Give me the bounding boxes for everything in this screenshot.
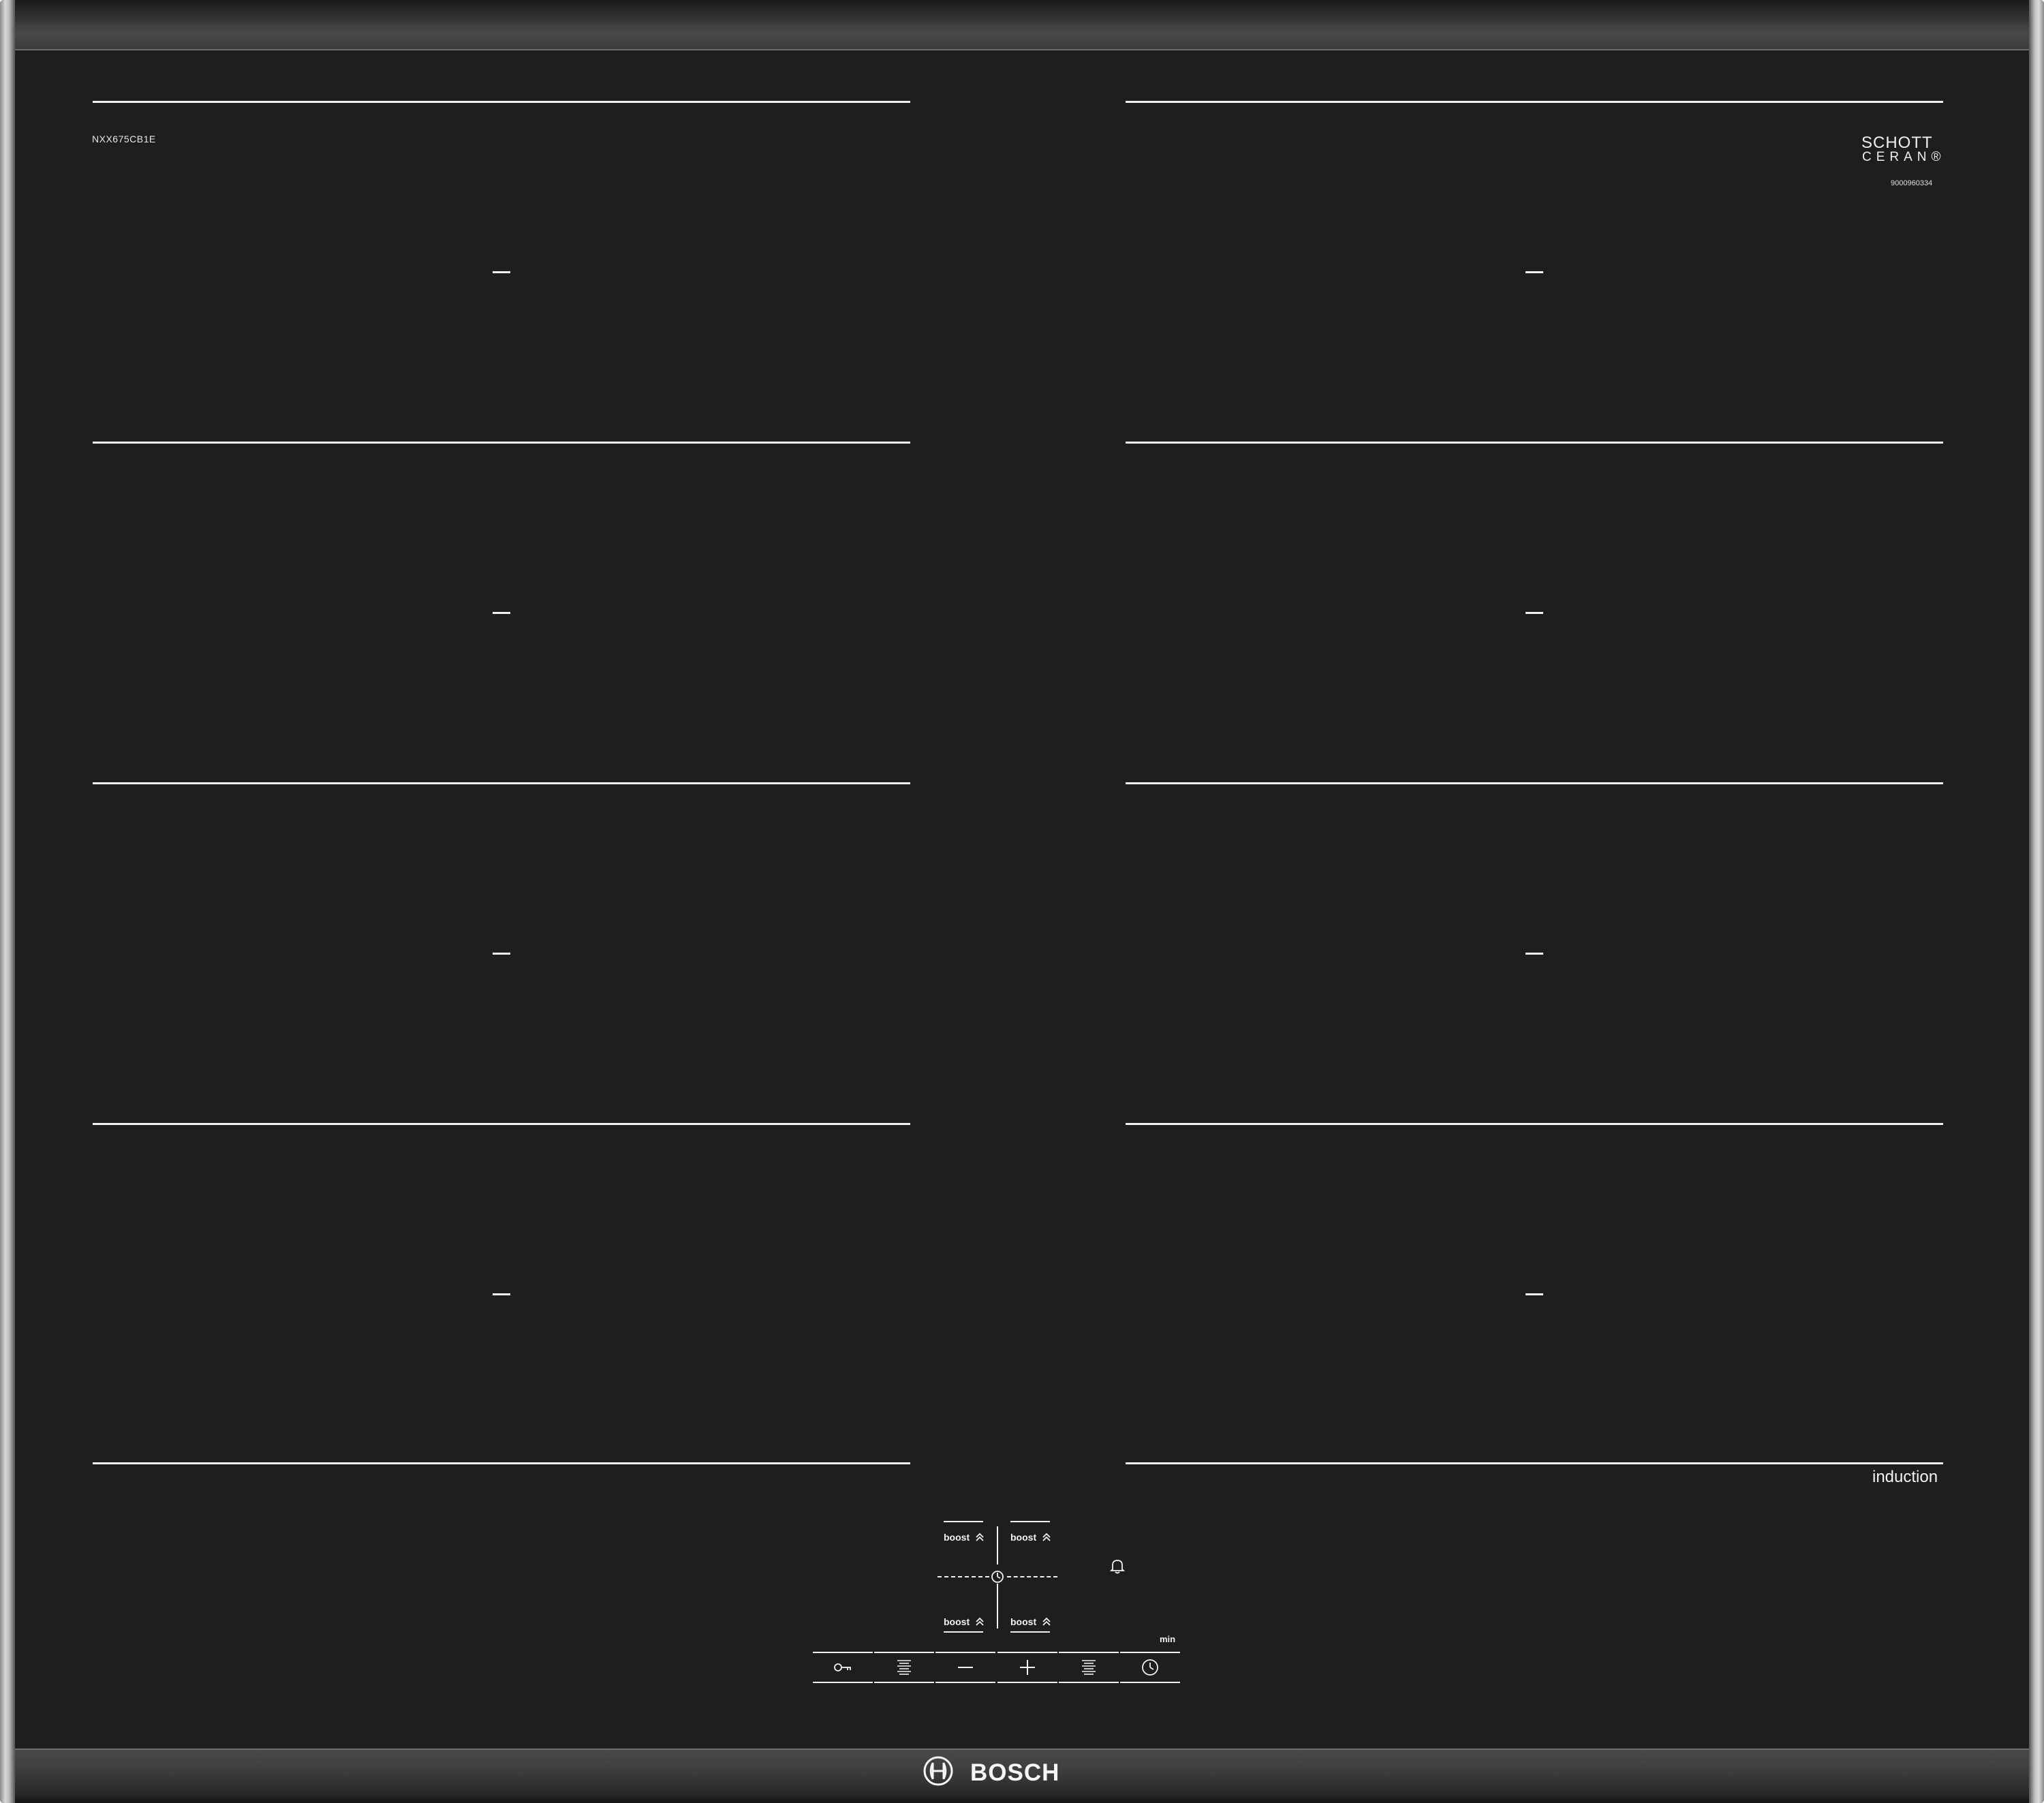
- schott-ceran-logo: SCHOTT CERAN®: [1853, 134, 1943, 165]
- boost-label: boost: [944, 1532, 970, 1543]
- zone-boundary-left-4: [93, 1123, 910, 1125]
- boost-label: boost: [944, 1616, 970, 1627]
- timer-button[interactable]: [1120, 1652, 1180, 1683]
- key-lock-icon: [834, 1663, 851, 1671]
- boost-button-rear-left[interactable]: boost: [941, 1611, 989, 1634]
- zone-boundary-left-3: [93, 782, 910, 784]
- double-chevron-up-icon: [976, 1532, 984, 1541]
- double-chevron-up-icon: [1042, 1617, 1051, 1626]
- heat-level-right-button[interactable]: [1059, 1652, 1119, 1683]
- induction-label: induction: [1872, 1468, 1938, 1486]
- zone-selector-divider-top: [997, 1526, 998, 1565]
- heat-level-left-icon: [897, 1660, 911, 1675]
- boost-button-rear-right[interactable]: boost: [1008, 1611, 1055, 1634]
- cooking-zone-right-1[interactable]: [1526, 271, 1543, 273]
- zone-selector-divider-bottom: [997, 1584, 998, 1629]
- zone-boundary-left-2: [93, 442, 910, 444]
- boost-label: boost: [1010, 1532, 1037, 1543]
- zone-selector-dashes-right: [1007, 1576, 1057, 1577]
- cooking-zone-left-3[interactable]: [493, 953, 510, 955]
- plus-button[interactable]: [997, 1652, 1057, 1683]
- cooking-zone-right-4[interactable]: [1526, 1293, 1543, 1295]
- cooking-zone-left-1[interactable]: [493, 271, 510, 273]
- double-chevron-up-icon: [1042, 1532, 1051, 1541]
- zone-selector-dashes-left: [938, 1576, 989, 1577]
- timer-unit-label: min: [1160, 1634, 1176, 1644]
- heat-level-right-icon: [1082, 1660, 1096, 1675]
- clock-icon: [1142, 1659, 1158, 1676]
- cooking-zone-right-2[interactable]: [1526, 612, 1543, 614]
- frame-right-edge: [2029, 0, 2044, 1803]
- bosch-armature-icon: [923, 1756, 953, 1786]
- serial-number: 9000960334: [1891, 179, 1933, 187]
- zone-boundary-right-3: [1126, 782, 1943, 784]
- zone-boundary-right-1: [1126, 101, 1943, 103]
- heat-level-left-button[interactable]: [874, 1652, 934, 1683]
- zone-boundary-right-5: [1126, 1462, 1943, 1464]
- zone-boundary-left-5: [93, 1462, 910, 1464]
- model-number: NXX675CB1E: [92, 134, 156, 144]
- boost-button-front-right[interactable]: boost: [1008, 1521, 1055, 1544]
- boost-button-front-left[interactable]: boost: [941, 1521, 989, 1544]
- key-lock-button[interactable]: [813, 1652, 873, 1683]
- minus-button[interactable]: [935, 1652, 995, 1683]
- frame-top-edge: [0, 0, 2044, 50]
- bosch-logo: BOSCH: [923, 1755, 1066, 1789]
- frame-left-edge: [0, 0, 15, 1803]
- zone-boundary-left-1: [93, 101, 910, 103]
- cooking-zone-right-3[interactable]: [1526, 953, 1543, 955]
- bell-icon[interactable]: [1109, 1557, 1126, 1575]
- cooking-zone-left-2[interactable]: [493, 612, 510, 614]
- schott-logo-line2: CERAN®: [1862, 150, 1946, 164]
- boost-label: boost: [1010, 1616, 1037, 1627]
- induction-cooktop: NXX675CB1E SCHOTT CERAN® 9000960334 indu…: [0, 0, 2044, 1803]
- brand-name: BOSCH: [970, 1759, 1060, 1786]
- cooking-zone-left-4[interactable]: [493, 1293, 510, 1295]
- zone-boundary-right-2: [1126, 442, 1943, 444]
- minus-icon: [958, 1667, 973, 1668]
- double-chevron-up-icon: [976, 1617, 984, 1626]
- zone-boundary-right-4: [1126, 1123, 1943, 1125]
- plus-icon: [1020, 1660, 1035, 1675]
- timer-dial-icon[interactable]: [989, 1569, 1006, 1585]
